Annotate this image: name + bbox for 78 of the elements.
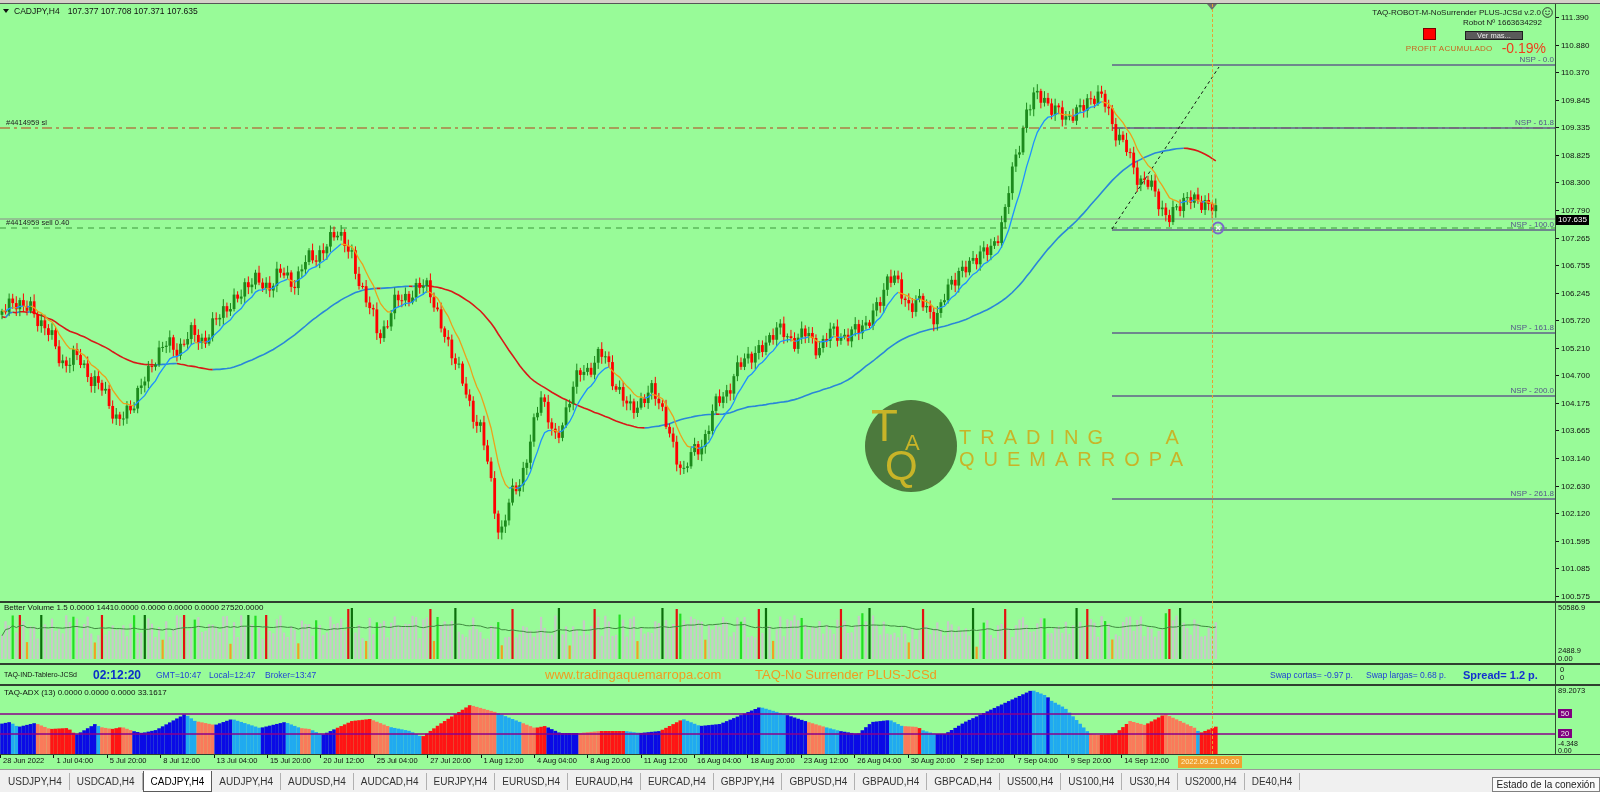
price-axis-label: 109.335 — [1561, 123, 1590, 133]
price-axis-label: 101.595 — [1561, 536, 1590, 546]
target-circle-icon — [1211, 221, 1225, 235]
clock-label: GMT=10:47 — [156, 668, 203, 681]
price-axis-label: 110.370 — [1561, 68, 1590, 78]
current-price-label: 107.635 — [1556, 215, 1589, 225]
logo-letter: T — [871, 404, 898, 448]
indicator-title: Better Volume 1.5 0.0000 14410.0000 0.0000 0.0000 0.0000 27520.0000 — [4, 603, 264, 613]
ohlc-values: 107.377 107.708 107.371 107.635 — [67, 5, 198, 17]
price-axis-label: 102.120 — [1561, 509, 1590, 519]
price-axis-label: 104.175 — [1561, 398, 1590, 408]
robot-number: Robot Nº 1663634292 — [1463, 18, 1542, 28]
symbol-tab[interactable]: EURCAD,H4 — [640, 773, 714, 790]
symbol-tab[interactable]: GBPCAD,H4 — [927, 773, 1001, 790]
indicator-title: TAQ-ADX (13) 0.0000 0.0000 0.0000 33.1617 — [4, 688, 167, 698]
spread-label: Spread= 1.2 p. — [1463, 667, 1538, 682]
adx-histogram-block — [110, 727, 122, 754]
fibo-level-label: NSP - 0.0 — [1519, 55, 1554, 64]
fibo-level-label: NSP - 261.8 — [1510, 489, 1554, 498]
status-tooltip: Estado de la conexión — [1491, 777, 1600, 792]
adx-histogram-block — [310, 730, 322, 754]
symbol-tab[interactable]: CADJPY,H4 — [142, 771, 213, 792]
price-axis-label: 104.700 — [1561, 371, 1590, 381]
adx-histogram-block — [785, 715, 808, 754]
profit-label: PROFIT ACUMULADO — [1405, 42, 1493, 55]
price-axis-label: 109.845 — [1561, 95, 1590, 105]
price-axis-label: 108.300 — [1561, 178, 1590, 188]
adx-histogram-block — [807, 722, 825, 754]
status-square-icon — [1423, 28, 1436, 40]
adx-histogram-block — [0, 722, 11, 754]
symbol-tab[interactable]: AUDCAD,H4 — [353, 773, 427, 790]
symbol-tab[interactable]: GBPAUD,H4 — [855, 773, 928, 790]
price-axis-label: 108.825 — [1561, 150, 1590, 160]
logo-text: TRADING A — [959, 426, 1189, 448]
price-axis-label: 110.880 — [1561, 40, 1590, 50]
smiley-icon — [1542, 7, 1553, 18]
symbol-tab[interactable]: GBPJPY,H4 — [713, 773, 783, 790]
fibo-level-label: NSP - 61.8 — [1515, 118, 1554, 127]
symbol-tab[interactable]: GBPUSD,H4 — [782, 773, 856, 790]
symbol-tab[interactable]: US2000,H4 — [1177, 773, 1245, 790]
symbol-tab[interactable]: US30,H4 — [1122, 773, 1178, 790]
fibo-level-label: NSP - 200.0 — [1510, 386, 1554, 395]
countdown-timer: 02:12:20 — [93, 667, 143, 682]
symbol-tab[interactable]: EURAUD,H4 — [568, 773, 641, 790]
price-axis-label: 103.665 — [1561, 426, 1590, 436]
price-axis-label: 111.390 — [1561, 13, 1589, 22]
symbol-tab[interactable]: DE40,H4 — [1244, 773, 1301, 790]
price-axis-label: 106.245 — [1561, 288, 1590, 298]
symbol-label: CADJPY,H4 — [14, 5, 60, 17]
clock-label: Broker=13:47 — [265, 668, 318, 681]
price-axis-label: 107.265 — [1561, 233, 1590, 243]
symbol-tab[interactable]: AUDJPY,H4 — [212, 773, 281, 790]
price-axis-label: 107.790 — [1561, 205, 1590, 215]
price-axis-label: 105.210 — [1561, 343, 1590, 353]
profit-value: -0.19% — [1501, 40, 1546, 57]
symbol-tab[interactable]: US100,H4 — [1061, 773, 1123, 790]
swap-label: Swap cortas= -0.97 p. — [1270, 668, 1354, 681]
swap-label: Swap largas= 0.68 p. — [1366, 668, 1448, 681]
symbol-tab[interactable]: AUDUSD,H4 — [281, 773, 354, 790]
robot-title: TAQ-ROBOT-M-NoSurrender PLUS-JCSd v.2.0 — [1372, 7, 1541, 18]
fibo-level-label: NSP - 161.8 — [1510, 323, 1554, 332]
product-label: TAQ-No Surrender PLUS-JCSd — [755, 667, 938, 682]
website-label: www.tradingaquemarropa.com — [545, 667, 723, 682]
clock-label: Local=12:47 — [209, 668, 257, 681]
price-axis-label: 102.630 — [1561, 481, 1590, 491]
dropdown-triangle-icon[interactable] — [3, 9, 9, 13]
price-axis-label: 100.575 — [1561, 591, 1590, 601]
symbol-tab[interactable]: USDCAD,H4 — [69, 773, 143, 790]
symbol-tab[interactable]: USDJPY,H4 — [1, 773, 70, 790]
logo-text: QUEMARROPA — [959, 448, 1192, 470]
symbol-tab[interactable]: EURJPY,H4 — [426, 773, 496, 790]
price-axis-label: 101.085 — [1561, 564, 1590, 574]
symbol-tab[interactable]: US500,H4 — [1000, 773, 1062, 790]
price-axis-label: 106.755 — [1561, 261, 1590, 271]
fibo-level-label: NSP - 100.0 — [1510, 220, 1554, 229]
symbol-tab[interactable]: EURUSD,H4 — [495, 773, 569, 790]
price-axis-label: 105.720 — [1561, 316, 1590, 326]
price-axis-label: 103.140 — [1561, 454, 1590, 463]
